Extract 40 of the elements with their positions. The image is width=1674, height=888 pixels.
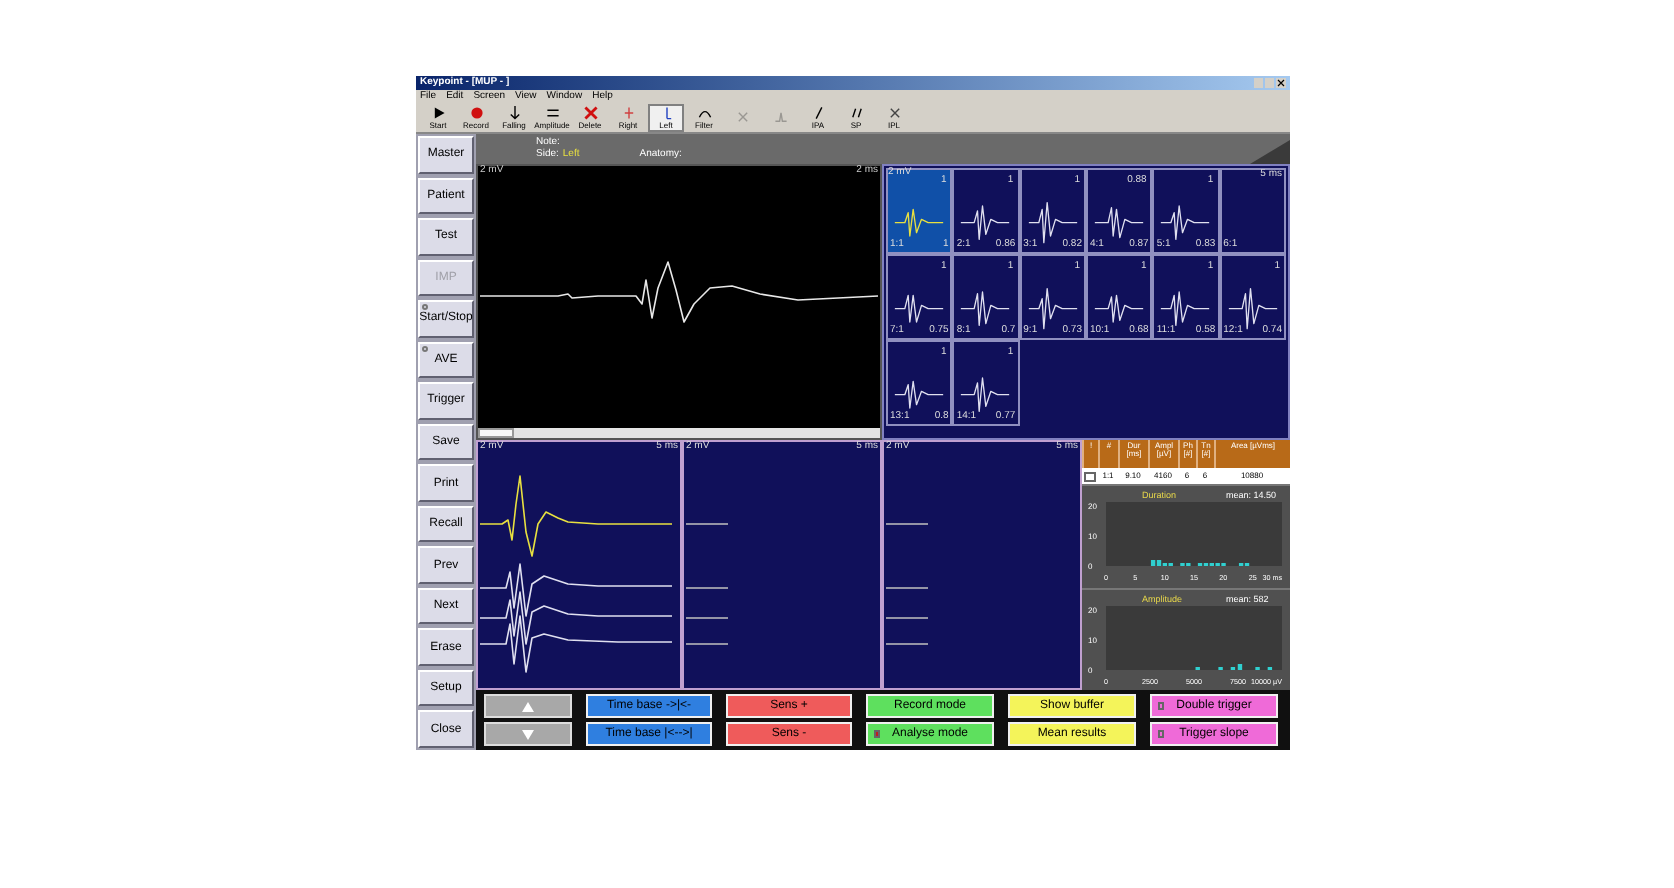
waveform-drawing — [685, 523, 729, 645]
waveform-drawing — [1227, 288, 1278, 330]
down-arrow-icon — [507, 105, 521, 119]
indicator-led — [422, 345, 428, 352]
curve-icon — [697, 105, 711, 119]
row-checkbox[interactable] — [1084, 471, 1096, 481]
waveform-drawing — [894, 208, 944, 237]
corner-drawing — [1250, 134, 1290, 164]
slash-icon — [811, 105, 825, 119]
cross-icon — [887, 105, 901, 119]
spike-icon — [773, 110, 787, 124]
indicator-led — [1158, 730, 1164, 738]
waveform-drawing — [1094, 294, 1144, 323]
waveform-drawing — [960, 291, 1011, 326]
down-triangle-icon — [522, 729, 534, 739]
waveform-drawing — [894, 380, 944, 409]
indicator-led — [874, 730, 880, 738]
waveform-drawing — [894, 294, 944, 323]
record-icon — [469, 105, 483, 119]
cross-icon — [735, 110, 749, 124]
indicator-led — [422, 304, 428, 311]
bars-icon — [545, 105, 559, 119]
arrow-button[interactable] — [484, 722, 572, 746]
waveform-drawing — [885, 523, 929, 645]
horizontal-scrollbar[interactable] — [478, 428, 880, 438]
waveform-drawing — [1094, 207, 1144, 239]
waveform-drawing — [1160, 291, 1211, 326]
waveform-drawing — [1027, 288, 1078, 330]
waveform-drawing — [1160, 205, 1211, 240]
delete-icon — [583, 105, 597, 119]
indicator-led — [1158, 702, 1164, 710]
waveform-drawing — [960, 377, 1011, 412]
marker-icon — [621, 105, 635, 119]
waveform-drawing — [960, 205, 1011, 240]
arrow-button[interactable] — [484, 694, 572, 718]
marks-icon — [849, 105, 863, 119]
up-triangle-icon — [522, 701, 534, 711]
play-icon — [431, 105, 445, 119]
scrollbar-thumb[interactable] — [478, 428, 514, 438]
waveform-drawing — [1027, 202, 1078, 244]
